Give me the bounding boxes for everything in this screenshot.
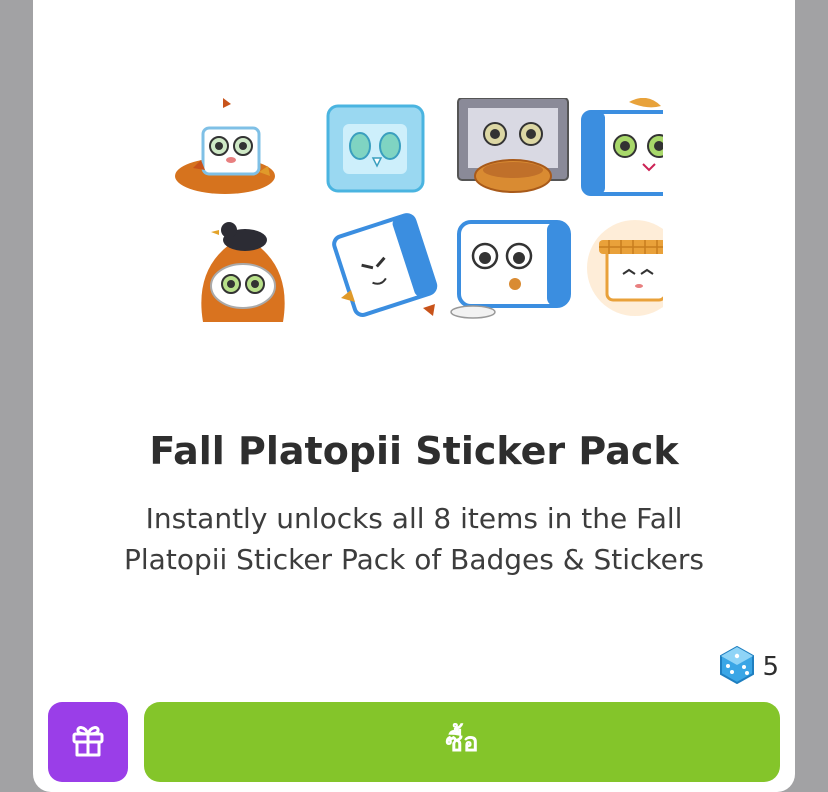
leaf-pile-sticker bbox=[175, 98, 275, 194]
tumbling-sticker bbox=[332, 213, 438, 317]
price-value: 5 bbox=[762, 652, 779, 682]
scarf-glow-sticker bbox=[587, 220, 663, 316]
buy-button[interactable]: ซื้อ bbox=[144, 702, 780, 782]
eating-sticker bbox=[450, 220, 571, 319]
buy-button-label: ซื้อ bbox=[445, 727, 479, 758]
leaf-hat-sticker bbox=[581, 98, 663, 196]
ice-cube-sticker bbox=[326, 104, 425, 193]
sticker-preview-grid bbox=[163, 98, 663, 338]
sticker-preview-image bbox=[175, 98, 663, 322]
price-tag: 5 bbox=[720, 645, 779, 688]
gem-dice-icon bbox=[720, 645, 755, 688]
product-title: Fall Platopii Sticker Pack bbox=[149, 429, 679, 473]
oven-pie-sticker bbox=[457, 98, 569, 193]
crow-leaf-pile-sticker bbox=[201, 222, 285, 322]
gift-button[interactable] bbox=[48, 702, 128, 782]
product-card: Fall Platopii Sticker Pack Instantly unl… bbox=[33, 0, 795, 792]
product-description: Instantly unlocks all 8 items in the Fal… bbox=[93, 498, 735, 580]
gift-icon bbox=[70, 722, 106, 762]
product-description-line-1: Instantly unlocks all 8 items in the Fal… bbox=[145, 502, 683, 535]
product-description-line-2: Platopii Sticker Pack of Badges & Sticke… bbox=[124, 543, 704, 576]
